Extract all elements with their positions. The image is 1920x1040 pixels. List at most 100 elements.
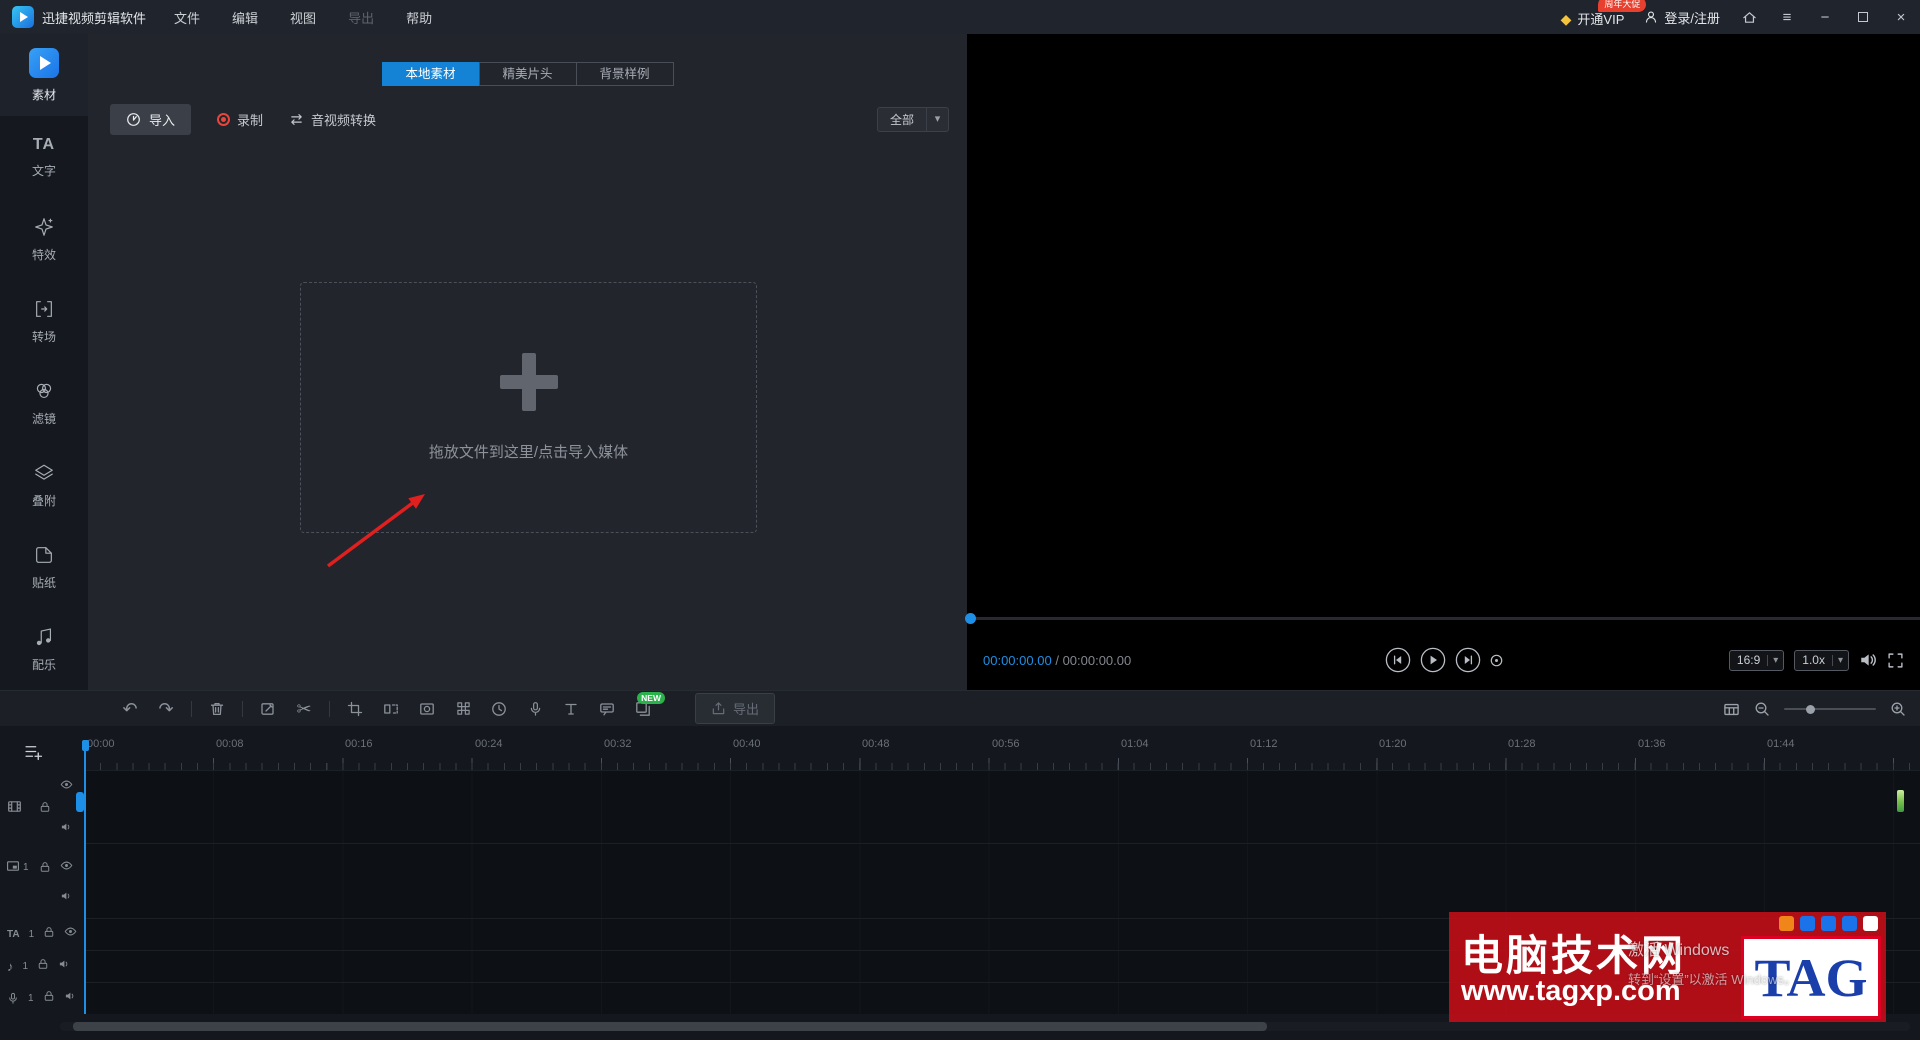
menu-edit[interactable]: 编辑 xyxy=(232,8,258,27)
sidebar-item-overlays[interactable]: 叠附 xyxy=(0,444,88,526)
tab-local-media[interactable]: 本地素材 xyxy=(381,62,480,86)
import-button[interactable]: 导入 xyxy=(110,103,192,135)
zoom-slider-thumb[interactable] xyxy=(1806,704,1815,714)
lock-icon[interactable] xyxy=(39,800,51,818)
video-track-row[interactable] xyxy=(84,770,1920,843)
zoom-in-icon[interactable] xyxy=(1890,701,1906,717)
ruler-label: 01:20 xyxy=(1379,738,1407,750)
add-track-button[interactable] xyxy=(24,742,43,766)
timeline-ruler[interactable]: 00:00 00:08 00:16 00:24 00:32 00:40 00:4… xyxy=(84,732,1920,770)
lock-icon[interactable] xyxy=(37,957,49,975)
mute-icon[interactable] xyxy=(60,820,72,838)
eye-icon[interactable] xyxy=(60,859,73,877)
close-button[interactable]: × xyxy=(1892,8,1910,26)
pip-track-row[interactable] xyxy=(84,843,1920,918)
ruler-label: 00:56 xyxy=(992,738,1020,750)
app-title: 迅捷视频剪辑软件 xyxy=(42,10,147,26)
minimize-button[interactable]: − xyxy=(1816,8,1834,26)
menu-help[interactable]: 帮助 xyxy=(406,8,432,27)
delete-icon[interactable] xyxy=(199,701,235,717)
watermark-icon xyxy=(1842,916,1857,931)
ruler-label: 00:48 xyxy=(862,738,890,750)
menu-export[interactable]: 导出 xyxy=(348,8,374,27)
menu-view[interactable]: 视图 xyxy=(290,8,316,27)
cut-icon[interactable]: ✂ xyxy=(286,700,322,718)
mute-icon[interactable] xyxy=(64,989,76,1007)
material-actions: 导入 录制 音视频转换 全部 ▾ xyxy=(110,103,949,135)
scrollbar-thumb[interactable] xyxy=(73,1022,1267,1031)
sidebar-item-text[interactable]: TA 文字 xyxy=(0,116,88,198)
menu-file[interactable]: 文件 xyxy=(174,8,200,27)
promo-badge: 周年大促 xyxy=(1598,0,1647,12)
media-dropzone[interactable]: 拖放文件到这里/点击导入媒体 xyxy=(300,282,757,533)
hamburger-menu-icon[interactable]: ≡ xyxy=(1778,8,1796,26)
zoom-out-icon[interactable] xyxy=(1754,701,1770,717)
mosaic-icon[interactable] xyxy=(445,701,481,716)
material-panel: 本地素材 精美片头 背景样例 导入 录制 音视频转换 全部 ▾ 拖放文件到这里/… xyxy=(88,34,967,690)
crop-icon[interactable] xyxy=(337,701,373,717)
undo-icon[interactable]: ↶ xyxy=(112,700,148,718)
export-button[interactable]: 导出 xyxy=(695,693,776,724)
sidebar-item-media[interactable]: 素材 xyxy=(0,34,88,116)
sidebar-item-stickers[interactable]: 贴纸 xyxy=(0,526,88,608)
track-drag-handle[interactable] xyxy=(76,792,84,812)
music-track-icon: ♪ xyxy=(7,958,14,974)
filter-dropdown[interactable]: 全部 ▾ xyxy=(876,106,949,132)
lock-icon[interactable] xyxy=(39,860,51,878)
vip-button[interactable]: ◆ 开通VIP 周年大促 xyxy=(1561,0,1647,28)
lock-icon[interactable] xyxy=(43,925,55,943)
template-icon[interactable]: NEW xyxy=(625,691,665,717)
lock-icon[interactable] xyxy=(43,989,55,1007)
record-button[interactable]: 录制 xyxy=(217,110,263,129)
seek-bar[interactable] xyxy=(965,613,1920,624)
sidebar-item-transitions[interactable]: 转场 xyxy=(0,280,88,362)
maximize-button[interactable] xyxy=(1854,8,1872,26)
video-viewport xyxy=(967,34,1920,617)
watermark-icon xyxy=(1779,916,1794,931)
titlebar: 迅捷视频剪辑软件 文件 编辑 视图 导出 帮助 ◆ 开通VIP 周年大促 登录/… xyxy=(0,0,1920,34)
subtitle-icon[interactable] xyxy=(589,701,625,717)
home-icon[interactable] xyxy=(1740,8,1758,26)
play-button[interactable] xyxy=(1420,647,1446,673)
sidebar-item-music[interactable]: 配乐 xyxy=(0,608,88,690)
stop-button[interactable] xyxy=(1490,654,1503,667)
redo-icon[interactable]: ↷ xyxy=(148,700,184,718)
previous-frame-button[interactable] xyxy=(1385,647,1411,673)
current-time: 00:00:00.00 xyxy=(983,652,1052,668)
import-label: 导入 xyxy=(149,112,176,128)
seek-handle[interactable] xyxy=(965,613,976,624)
horizontal-scrollbar[interactable] xyxy=(60,1022,1910,1031)
ruler-label: 01:28 xyxy=(1508,738,1536,750)
eye-icon[interactable] xyxy=(60,778,73,796)
aspect-ratio-dropdown[interactable]: 16:9 ▾ xyxy=(1728,649,1785,671)
timeline-playhead[interactable] xyxy=(81,740,89,1014)
mask-icon[interactable] xyxy=(409,701,445,717)
ruler-label: 00:16 xyxy=(345,738,373,750)
convert-button[interactable]: 音视频转换 xyxy=(289,110,376,129)
snap-grid-icon[interactable] xyxy=(1723,701,1740,718)
mute-icon[interactable] xyxy=(58,957,70,975)
person-icon xyxy=(1646,11,1657,23)
mute-icon[interactable] xyxy=(60,889,72,907)
eye-icon[interactable] xyxy=(64,925,77,943)
edit-clip-icon[interactable] xyxy=(250,701,286,717)
sidebar-item-label: 配乐 xyxy=(31,657,56,672)
tab-backgrounds[interactable]: 背景样例 xyxy=(575,62,674,86)
volume-icon[interactable] xyxy=(1859,651,1877,669)
music-note-icon xyxy=(36,627,52,645)
speed-dropdown[interactable]: 1.0x ▾ xyxy=(1794,649,1849,671)
speed-icon[interactable] xyxy=(481,701,517,717)
mirror-icon[interactable] xyxy=(373,701,409,717)
login-button[interactable]: 登录/注册 xyxy=(1644,8,1720,27)
zoom-slider[interactable] xyxy=(1784,704,1876,714)
chevron-down-icon: ▾ xyxy=(1767,654,1783,666)
text-tool-icon[interactable] xyxy=(553,701,589,717)
voiceover-icon[interactable] xyxy=(517,701,553,716)
sidebar-item-filters[interactable]: 滤镜 xyxy=(0,362,88,444)
next-frame-button[interactable] xyxy=(1455,647,1481,673)
login-label: 登录/注册 xyxy=(1664,10,1720,26)
tab-intros[interactable]: 精美片头 xyxy=(478,62,577,86)
watermark-badge-icons xyxy=(1779,916,1878,931)
sidebar-item-effects[interactable]: 特效 xyxy=(0,198,88,280)
fullscreen-icon[interactable] xyxy=(1887,652,1904,669)
